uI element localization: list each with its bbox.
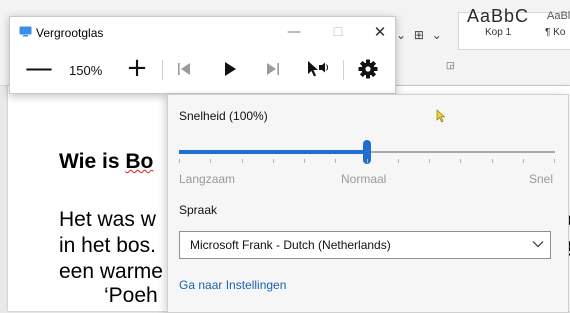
play-icon — [225, 62, 236, 76]
close-button[interactable]: ✕ — [369, 22, 391, 42]
speed-slider-fill — [179, 150, 367, 154]
document-heading: Wie is Bo — [59, 150, 153, 174]
speed-label-normal: Normaal — [341, 172, 387, 186]
document-line: een warme — [59, 260, 163, 283]
reading-settings-flyout: Snelheid (100%) Langzaam Normaal Snel Sp… — [167, 94, 569, 313]
speed-label-fast: Snel — [529, 172, 554, 186]
document-line: Het was w — [59, 208, 156, 231]
slider-tick — [429, 159, 430, 163]
voice-label: Spraak — [179, 203, 218, 217]
read-from-here-icon — [308, 61, 328, 77]
borders-icon[interactable]: ⊞ — [414, 28, 424, 42]
speed-label: Snelheid (100%) — [179, 109, 268, 123]
maximize-button[interactable]: ☐ — [327, 22, 349, 42]
slider-tick — [523, 159, 524, 163]
slider-tick — [335, 159, 336, 163]
next-paragraph-icon — [267, 63, 279, 75]
document-line: in het bos. — [59, 234, 156, 257]
style-preview-small: AaBl — [547, 10, 570, 22]
speed-label-slow: Langzaam — [179, 172, 236, 186]
previous-paragraph-icon — [178, 63, 190, 75]
mouse-cursor-icon — [436, 109, 446, 123]
style-preview-heading: AaBbC — [467, 6, 530, 26]
document-line: ‘Poeh — [104, 284, 158, 307]
toolbar-divider — [343, 60, 344, 80]
ribbon-table-tools[interactable]: ⌄ ⊞ ⌄ — [396, 28, 446, 42]
slider-tick — [367, 159, 368, 163]
next-button[interactable] — [264, 57, 282, 81]
slider-tick — [554, 159, 555, 163]
minimize-button[interactable]: — — [283, 22, 305, 42]
chevron-down-icon — [532, 241, 544, 248]
magnifier-titlebar[interactable]: Vergrootglas — ☐ ✕ — [10, 17, 395, 47]
slider-tick — [304, 159, 305, 163]
slider-tick — [460, 159, 461, 163]
zoom-in-button[interactable]: + — [124, 55, 150, 81]
style-kop1[interactable]: Kop 1 — [485, 27, 511, 38]
voice-selected-value: Microsoft Frank - Dutch (Netherlands) — [190, 238, 391, 252]
slider-tick — [492, 159, 493, 163]
heading-text: Wie is — [59, 150, 126, 173]
magnifier-window: Vergrootglas — ☐ ✕ — 150% + — [9, 16, 396, 94]
chevron-down-icon[interactable]: ⌄ — [396, 28, 406, 42]
go-to-settings-link[interactable]: Ga naar Instellingen — [179, 278, 286, 292]
gear-icon — [358, 59, 378, 79]
style-kop2[interactable]: ¶ Ko — [545, 27, 565, 38]
slider-tick — [179, 159, 180, 163]
toolbar-divider — [162, 60, 163, 80]
slider-tick — [210, 159, 211, 163]
voice-dropdown[interactable]: Microsoft Frank - Dutch (Netherlands) — [179, 231, 551, 259]
heading-misspelled-word: Bo — [125, 150, 154, 173]
style-gallery: AaBbC AaBl Kop 1 ¶ Ko — [458, 6, 570, 50]
settings-button[interactable] — [356, 57, 380, 81]
speed-slider[interactable] — [179, 140, 555, 164]
chevron-down-icon[interactable]: ⌄ — [432, 28, 442, 42]
play-button[interactable] — [220, 57, 240, 81]
zoom-out-button[interactable]: — — [25, 54, 53, 82]
magnifier-toolbar: — 150% + — [10, 51, 395, 87]
read-from-here-button[interactable] — [307, 57, 329, 81]
slider-tick — [242, 159, 243, 163]
previous-button[interactable] — [175, 57, 193, 81]
dialog-launcher-icon[interactable]: ◲ — [446, 60, 455, 71]
slider-tick — [398, 159, 399, 163]
window-title: Vergrootglas — [36, 26, 104, 40]
magnifier-app-icon — [19, 26, 32, 37]
zoom-level: 150% — [69, 63, 103, 78]
slider-tick — [273, 159, 274, 163]
